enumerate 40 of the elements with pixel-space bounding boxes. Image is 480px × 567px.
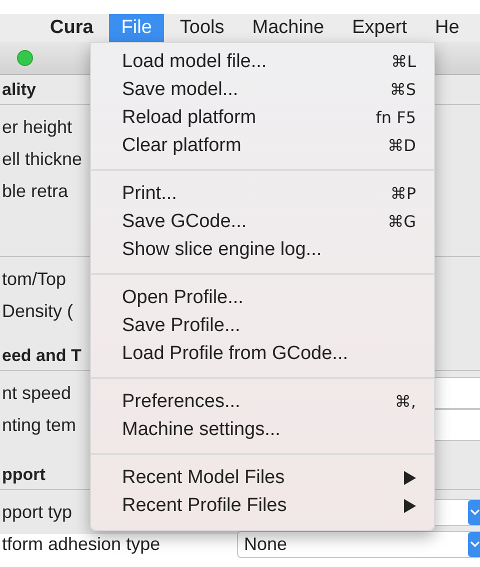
menu-entry[interactable]: Reload platform fn F5 <box>91 104 434 132</box>
setting-label: Density ( <box>1 300 74 323</box>
app-menu[interactable]: Cura <box>38 14 106 42</box>
setting-label: ell thickne <box>1 148 82 170</box>
menu-entry[interactable]: Load model file... ⌘L <box>91 48 434 76</box>
section-heading: eed and T <box>1 344 82 367</box>
setting-label: ble retra <box>1 180 68 202</box>
shortcut-label: ⌘D <box>388 135 416 157</box>
setting-label: tform adhesion type <box>1 532 160 556</box>
menu-entry[interactable]: Recent Profile Files <box>91 492 434 520</box>
menu-entry[interactable]: Open Profile... <box>91 284 434 312</box>
menu-entry[interactable]: Recent Model Files <box>91 464 434 492</box>
menu-item[interactable]: Tools <box>168 14 236 42</box>
section-heading: pport <box>1 464 46 486</box>
menu-entry[interactable]: Preferences... ⌘, <box>91 388 434 416</box>
shortcut-label: ⌘L <box>391 51 416 73</box>
menu-entry[interactable]: Load Profile from GCode... <box>91 340 434 368</box>
menu-entry[interactable]: Show slice engine log... <box>91 236 434 264</box>
shortcut-label: ⌘, <box>394 391 416 413</box>
menu-entry[interactable]: Save model... ⌘S <box>91 76 434 104</box>
setting-label: nt speed <box>1 382 72 405</box>
shortcut-label: ⌘P <box>390 183 416 205</box>
menu-entry[interactable]: Machine settings... <box>91 416 434 444</box>
setting-label: nting tem <box>1 414 76 437</box>
zoom-button[interactable] <box>17 50 33 66</box>
menu-item[interactable]: Machine <box>240 14 336 42</box>
shortcut-label: fn F5 <box>376 107 416 129</box>
menu-entry[interactable]: Save Profile... <box>91 312 434 340</box>
shortcut-label: ⌘S <box>390 79 416 101</box>
menu-item[interactable]: He <box>423 14 472 42</box>
dropdown[interactable]: None <box>237 531 480 558</box>
setting-label: er height <box>1 116 72 139</box>
menu-entry[interactable]: Save GCode... ⌘G <box>91 208 434 236</box>
menu-entry[interactable]: Clear platform ⌘D <box>91 132 434 160</box>
shortcut-label: ⌘G <box>388 211 416 233</box>
section-heading: ality <box>1 78 36 101</box>
setting-label: pport typ <box>1 500 72 524</box>
menu-entry[interactable]: Print... ⌘P <box>91 180 434 208</box>
menu-item[interactable]: Expert <box>340 14 420 42</box>
setting-label: tom/Top <box>1 268 66 291</box>
